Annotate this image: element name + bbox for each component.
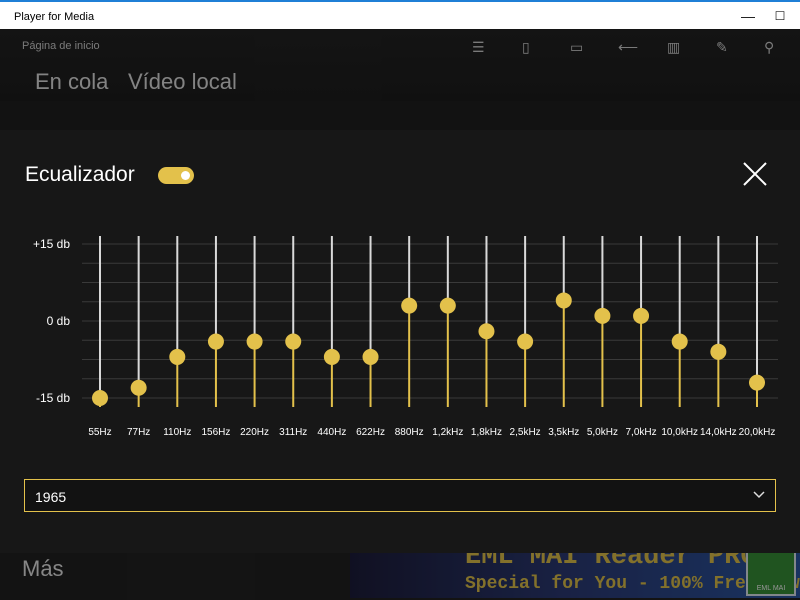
band-label: 14,0kHz bbox=[700, 427, 737, 438]
y-tick-label: +15 db bbox=[33, 237, 70, 251]
band-label: 2,5kHz bbox=[510, 427, 541, 438]
edit-icon[interactable]: ✎ bbox=[716, 39, 728, 56]
band-label: 220Hz bbox=[240, 427, 269, 438]
slider-thumb[interactable] bbox=[555, 292, 572, 309]
slider-thumb[interactable] bbox=[130, 379, 147, 396]
band-label: 311Hz bbox=[279, 427, 307, 438]
slider-thumb[interactable] bbox=[362, 348, 379, 365]
band-label: 77Hz bbox=[127, 427, 150, 438]
slider-thumb[interactable] bbox=[439, 297, 456, 314]
arrow-icon[interactable]: ⟵ bbox=[618, 39, 638, 56]
slider-thumb[interactable] bbox=[517, 333, 534, 350]
band-label: 20,0kHz bbox=[739, 427, 776, 438]
app-header: Página de inicio En cola Vídeo local ☰ ▯… bbox=[0, 29, 800, 101]
band-label: 55Hz bbox=[88, 427, 111, 438]
preset-value: 1965 bbox=[35, 489, 67, 505]
window-title: Player for Media bbox=[14, 11, 95, 23]
slider-thumb[interactable] bbox=[710, 343, 727, 360]
slider-thumb[interactable] bbox=[401, 297, 418, 314]
preset-dropdown[interactable]: 1965 bbox=[24, 479, 776, 512]
minimize-button[interactable]: — bbox=[734, 6, 762, 26]
y-tick-label: 0 db bbox=[47, 314, 71, 328]
home-link[interactable]: Página de inicio bbox=[22, 40, 100, 52]
ad-logo: EML MAI bbox=[746, 546, 796, 596]
band-label: 1,8kHz bbox=[471, 427, 502, 438]
band-label: 1,2kHz bbox=[432, 427, 463, 438]
slider-thumb[interactable] bbox=[169, 348, 186, 365]
document-icon[interactable]: ▭ bbox=[570, 39, 583, 56]
slider-thumb[interactable] bbox=[92, 390, 108, 406]
app-window: Página de inicio En cola Vídeo local ☰ ▯… bbox=[0, 29, 800, 600]
tab-local-video[interactable]: Vídeo local bbox=[128, 69, 237, 95]
search-icon[interactable]: ⚲ bbox=[764, 39, 774, 56]
slider-thumb[interactable] bbox=[594, 307, 611, 324]
band-label: 156Hz bbox=[201, 427, 230, 438]
columns-icon[interactable]: ▥ bbox=[667, 39, 680, 56]
more-button[interactable]: Más bbox=[22, 556, 64, 582]
band-label: 880Hz bbox=[395, 427, 424, 438]
band-label: 440Hz bbox=[317, 427, 346, 438]
chevron-down-icon bbox=[753, 491, 765, 499]
ad-logo-text: EML MAI bbox=[756, 585, 786, 592]
band-label: 10,0kHz bbox=[661, 427, 698, 438]
menu-icon[interactable]: ☰ bbox=[472, 39, 485, 56]
slider-thumb[interactable] bbox=[207, 333, 224, 350]
maximize-button[interactable]: ☐ bbox=[766, 6, 794, 26]
band-label: 3,5kHz bbox=[548, 427, 579, 438]
slider-thumb[interactable] bbox=[671, 333, 688, 350]
slider-thumb[interactable] bbox=[246, 333, 263, 350]
slider-thumb[interactable] bbox=[478, 323, 495, 340]
slider-thumb[interactable] bbox=[633, 307, 650, 324]
y-tick-label: -15 db bbox=[36, 391, 70, 405]
band-label: 110Hz bbox=[163, 427, 191, 438]
phone-icon[interactable]: ▯ bbox=[522, 39, 530, 56]
equalizer-dialog: Ecualizador +15 db 0 db -15 db 55Hz 77Hz 110H… bbox=[0, 130, 800, 553]
band-label: 622Hz bbox=[356, 427, 385, 438]
title-bar: Player for Media — ☐ bbox=[0, 0, 800, 29]
band-label: 5,0kHz bbox=[587, 427, 618, 438]
band-label: 7,0kHz bbox=[625, 427, 656, 438]
slider-thumb[interactable] bbox=[285, 333, 302, 350]
slider-thumb[interactable] bbox=[323, 348, 340, 365]
tab-queue[interactable]: En cola bbox=[35, 69, 108, 95]
equalizer-chart: +15 db 0 db -15 db 55Hz 77Hz 110Hz 156Hz 220Hz 3… bbox=[33, 236, 778, 438]
slider-thumb[interactable] bbox=[749, 374, 765, 391]
